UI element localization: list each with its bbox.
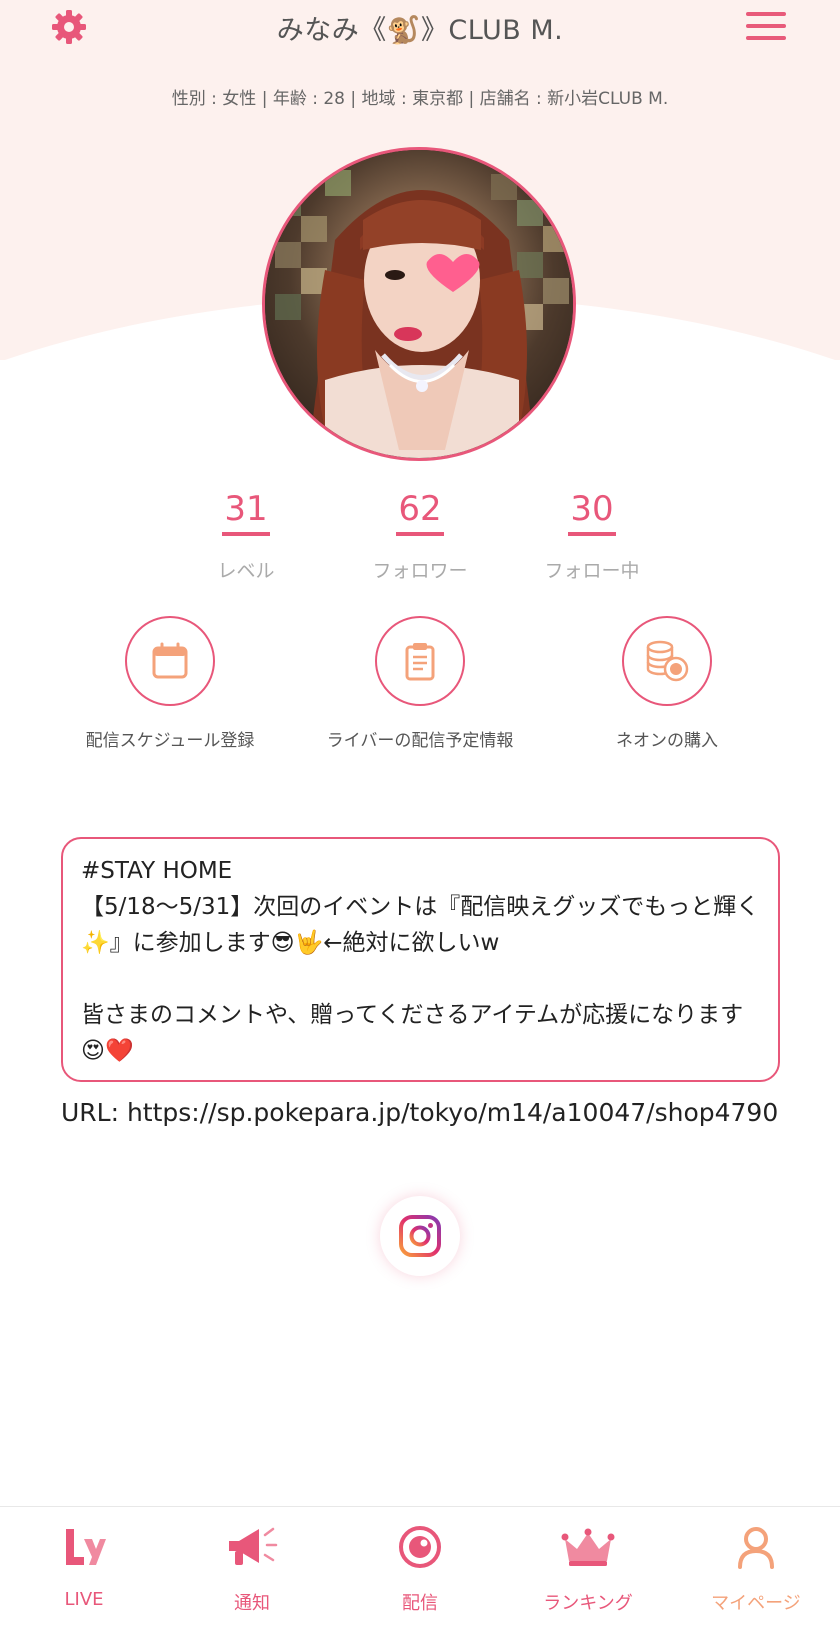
stat-level-value: 31 bbox=[222, 490, 270, 536]
nav-ranking[interactable]: ランキング bbox=[504, 1519, 672, 1615]
liver-schedule-button[interactable]: ライバーの配信予定情報 bbox=[305, 616, 535, 751]
stat-followers-value: 62 bbox=[396, 490, 444, 536]
crown-icon bbox=[504, 1519, 672, 1575]
nav-broadcast-label: 配信 bbox=[402, 1593, 438, 1614]
schedule-register-label: 配信スケジュール登録 bbox=[85, 731, 255, 751]
bio-box: #STAY HOME 【5/18〜5/31】次回のイベントは『配信映えグッズでも… bbox=[61, 837, 780, 1082]
calendar-icon bbox=[125, 616, 215, 706]
nav-notifications[interactable]: 通知 bbox=[168, 1519, 336, 1615]
instagram-icon[interactable] bbox=[380, 1196, 460, 1276]
header: みなみ《🐒》CLUB M. bbox=[0, 0, 840, 56]
stat-following[interactable]: 30 フォロー中 bbox=[522, 490, 662, 583]
profile-info-line: 性別 : 女性 | 年齢 : 28 | 地域 : 東京都 | 店舗名 : 新小岩… bbox=[171, 89, 669, 109]
hamburger-menu-icon[interactable] bbox=[746, 10, 786, 42]
ly-logo-icon bbox=[0, 1519, 168, 1575]
nav-notifications-label: 通知 bbox=[234, 1593, 270, 1614]
nav-mypage[interactable]: マイページ bbox=[672, 1519, 840, 1615]
stat-following-value: 30 bbox=[568, 490, 616, 536]
stat-level-label: レベル bbox=[217, 560, 275, 582]
neon-purchase-button[interactable]: ネオンの購入 bbox=[552, 616, 782, 751]
stat-followers[interactable]: 62 フォロワー bbox=[350, 490, 490, 583]
clipboard-icon bbox=[375, 616, 465, 706]
megaphone-icon bbox=[168, 1519, 336, 1575]
person-icon bbox=[672, 1519, 840, 1575]
nav-live-label: LIVE bbox=[64, 1589, 104, 1610]
avatar[interactable] bbox=[262, 147, 576, 461]
nav-broadcast[interactable]: 配信 bbox=[336, 1519, 504, 1615]
nav-live[interactable]: LIVE bbox=[0, 1519, 168, 1610]
stat-followers-label: フォロワー bbox=[372, 560, 468, 582]
schedule-register-button[interactable]: 配信スケジュール登録 bbox=[55, 616, 285, 751]
nav-mypage-label: マイページ bbox=[711, 1593, 801, 1614]
bio-text: #STAY HOME 【5/18〜5/31】次回のイベントは『配信映えグッズでも… bbox=[81, 858, 760, 1064]
page-title: みなみ《🐒》CLUB M. bbox=[276, 15, 564, 46]
profile-url[interactable]: URL: https://sp.pokepara.jp/tokyo/m14/a1… bbox=[61, 1098, 840, 1127]
coins-icon bbox=[622, 616, 712, 706]
neon-purchase-label: ネオンの購入 bbox=[616, 731, 718, 751]
stat-level[interactable]: 31 レベル bbox=[176, 490, 316, 583]
liver-schedule-label: ライバーの配信予定情報 bbox=[326, 731, 514, 751]
broadcast-icon bbox=[336, 1519, 504, 1575]
bottom-navigation: LIVE 通知 配信 ランキング マイページ bbox=[0, 1506, 840, 1628]
stat-following-label: フォロー中 bbox=[544, 560, 640, 582]
nav-ranking-label: ランキング bbox=[543, 1593, 633, 1614]
